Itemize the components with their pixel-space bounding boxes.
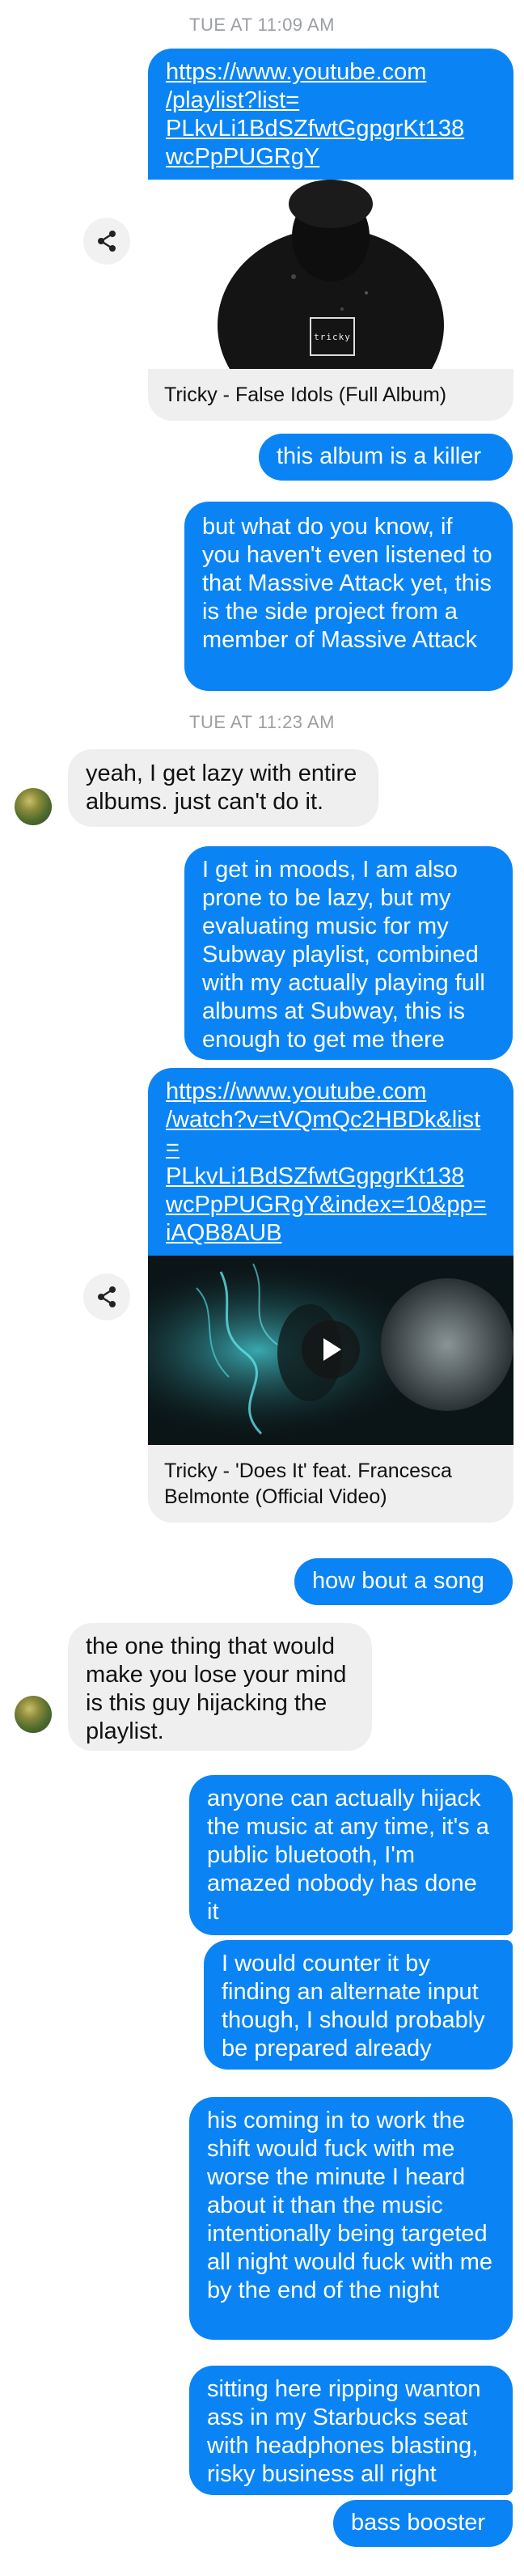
incoming-message[interactable]: yeah, I get lazy with entire albums. jus… xyxy=(68,749,378,827)
message-thread: TUE AT 11:09 AM https://www.youtube.com … xyxy=(0,0,524,2576)
url-line: wcPpPUGRgY&index=10&pp= xyxy=(166,1192,487,1218)
link-title: Tricky - 'Does It' feat. Francesca Belmo… xyxy=(148,1445,513,1523)
url-line: wcPpPUGRgY xyxy=(166,144,320,170)
url-line: PLkvLi1BdSZfwtGgpgrKt138 xyxy=(166,1163,465,1189)
play-button[interactable] xyxy=(302,1320,360,1379)
outgoing-message[interactable]: anyone can actually hijack the music at … xyxy=(189,1775,513,1935)
outgoing-message[interactable]: but what do you know, if you haven't eve… xyxy=(184,502,513,691)
url-line: PLkvLi1BdSZfwtGgpgrKt138 xyxy=(166,116,465,142)
share-icon xyxy=(98,1286,116,1307)
url-line: /playlist?list= xyxy=(166,87,300,113)
album-logo: tricky xyxy=(310,317,355,356)
outgoing-message[interactable]: I get in moods, I am also prone to be la… xyxy=(184,846,513,1060)
video-thumbnail[interactable] xyxy=(148,1256,513,1445)
url-line: = xyxy=(166,1135,180,1161)
outgoing-message[interactable]: his coming in to work the shift would fu… xyxy=(189,2097,513,2340)
outgoing-message[interactable]: bass booster xyxy=(333,2500,513,2547)
incoming-message[interactable]: the one thing that would make you lose y… xyxy=(68,1623,372,1751)
link-title-line: Belmonte (Official Video) xyxy=(164,1485,387,1508)
link-title-line: Tricky - 'Does It' feat. Francesca xyxy=(164,1460,452,1482)
contact-avatar[interactable] xyxy=(15,788,52,825)
share-icon xyxy=(98,231,116,252)
url-line: https://www.youtube.com xyxy=(166,1078,427,1104)
link-url[interactable]: https://www.youtube.com /watch?v=tVQmQc2… xyxy=(148,1068,513,1256)
share-button[interactable] xyxy=(83,218,130,265)
contact-avatar[interactable] xyxy=(15,1696,52,1733)
link-url[interactable]: https://www.youtube.com /playlist?list= … xyxy=(148,49,513,180)
outgoing-message[interactable]: this album is a killer xyxy=(259,434,513,481)
outgoing-message[interactable]: sitting here ripping wanton ass in my St… xyxy=(189,2366,513,2495)
outgoing-message[interactable]: I would counter it by finding an alterna… xyxy=(204,1940,513,2070)
play-icon xyxy=(323,1338,341,1361)
outgoing-message[interactable]: how bout a song xyxy=(294,1558,513,1605)
link-preview-card[interactable]: https://www.youtube.com /playlist?list= … xyxy=(148,49,513,421)
share-button[interactable] xyxy=(83,1273,130,1320)
link-title: Tricky - False Idols (Full Album) xyxy=(148,369,513,421)
link-preview-card[interactable]: https://www.youtube.com /watch?v=tVQmQc2… xyxy=(148,1068,513,1523)
timestamp: TUE AT 11:09 AM xyxy=(189,15,335,35)
album-cover-thumbnail[interactable]: tricky xyxy=(148,180,513,369)
url-line: iAQB8AUB xyxy=(166,1220,282,1246)
url-line: /watch?v=tVQmQc2HBDk&list xyxy=(166,1107,481,1133)
timestamp: TUE AT 11:23 AM xyxy=(189,712,335,732)
url-line: https://www.youtube.com xyxy=(166,59,427,85)
